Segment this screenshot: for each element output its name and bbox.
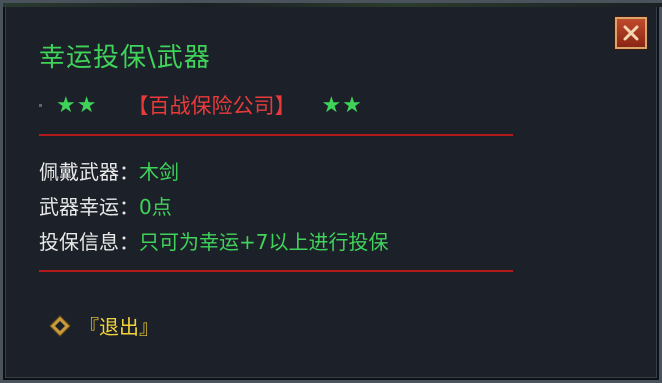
- insure-row: 投保信息：只可为幸运+7以上进行投保: [39, 226, 388, 255]
- company-name: 【百战保险公司】: [127, 94, 296, 118]
- insurance-dialog: 幸运投保\武器 ★★ 【百战保险公司】 ★★ 佩戴武器：木剑 武器幸运：0点 投…: [0, 0, 662, 383]
- top-edge-strip: [3, 3, 662, 7]
- company-header: ★★ 【百战保险公司】 ★★: [39, 90, 363, 120]
- luck-row: 武器幸运：0点: [39, 191, 172, 220]
- weapon-value: 木剑: [139, 160, 179, 184]
- insure-label: 投保信息：: [39, 230, 139, 254]
- dialog-title: 幸运投保\武器: [39, 43, 211, 73]
- exit-option[interactable]: 『退出』: [49, 311, 159, 340]
- close-button[interactable]: [615, 17, 647, 49]
- close-x-icon: [623, 25, 639, 41]
- bullet-dot: [39, 103, 42, 107]
- diamond-icon: [49, 314, 71, 337]
- luck-label: 武器幸运：: [39, 195, 139, 219]
- luck-value: 0点: [139, 195, 172, 219]
- weapon-label: 佩戴武器：: [39, 160, 139, 184]
- divider-top: [39, 134, 513, 136]
- right-stars: ★★: [321, 92, 363, 118]
- exit-link[interactable]: 『退出』: [79, 311, 159, 340]
- left-stars: ★★: [56, 92, 98, 118]
- weapon-row: 佩戴武器：木剑: [39, 156, 179, 185]
- insure-value: 只可为幸运+7以上进行投保: [139, 230, 389, 254]
- divider-bottom: [39, 270, 513, 272]
